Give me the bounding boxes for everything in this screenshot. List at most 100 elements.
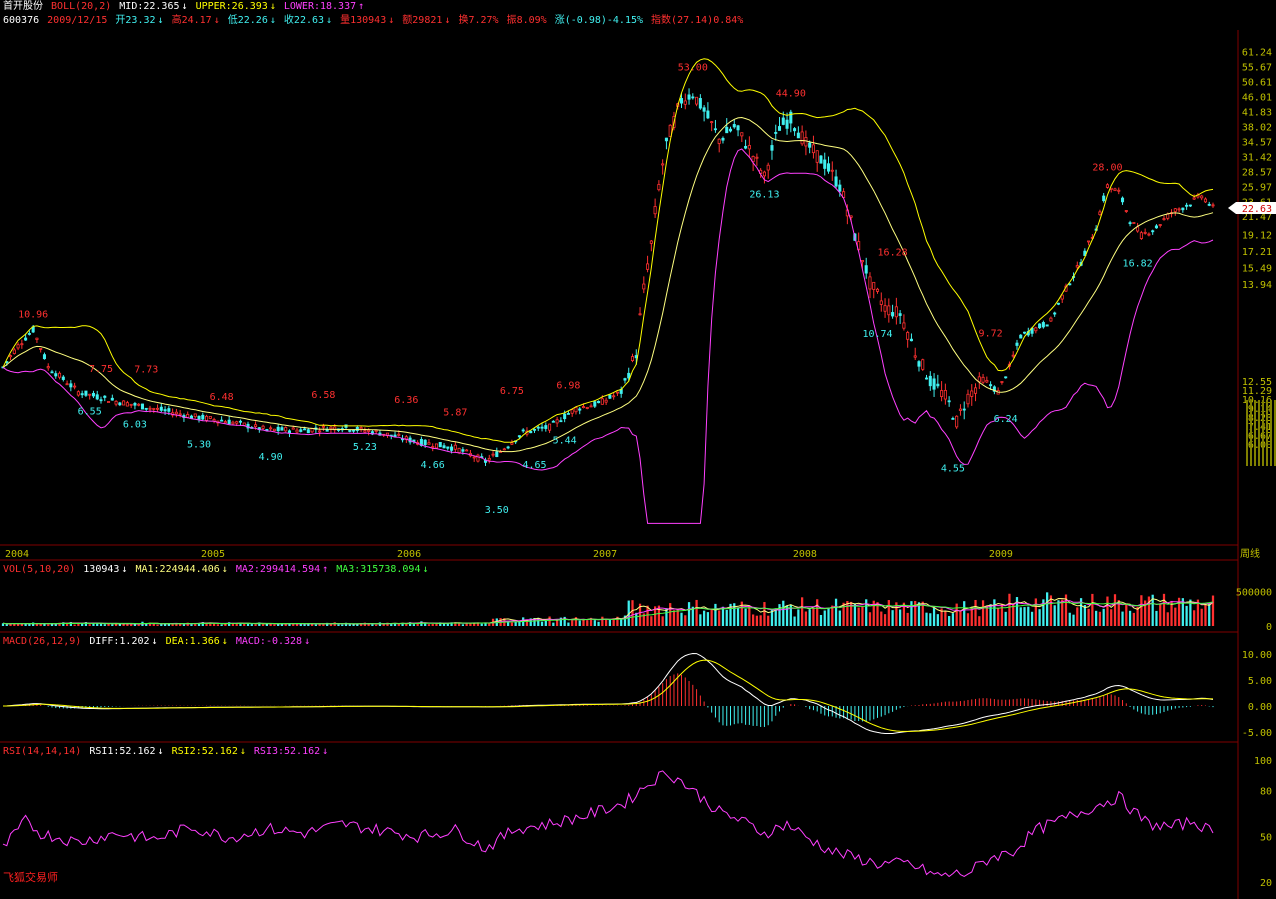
quote-low: 低22.26 — [227, 15, 268, 26]
candle-body — [1158, 224, 1162, 226]
price-axis-tick: 41.83 — [1242, 108, 1272, 119]
volume-bar — [759, 615, 762, 626]
volume-bar — [827, 607, 830, 626]
price-low-label: 5.30 — [187, 440, 211, 451]
stock-name: 首开股份 — [3, 1, 43, 12]
boll-label[interactable]: BOLL(20,2) — [51, 1, 111, 12]
volume-bar — [1185, 605, 1188, 626]
candle-body — [84, 390, 88, 396]
volume-bar — [1004, 611, 1007, 626]
volume-bar — [797, 609, 800, 626]
quote-volume: 量130943 — [340, 15, 387, 26]
volume-bar — [571, 620, 574, 626]
volume-bar — [537, 617, 540, 626]
volume-bar — [861, 606, 864, 626]
rsi-value-3: RSI3:52.162 — [253, 746, 321, 757]
volume-bar — [484, 623, 487, 626]
candle-body — [578, 408, 582, 411]
volume-bar — [273, 624, 276, 626]
volume-bar — [586, 620, 589, 626]
candle-body — [434, 443, 439, 449]
price-low-label: 4.90 — [259, 452, 283, 463]
candle-body — [615, 391, 619, 394]
candle-body — [156, 407, 160, 410]
candle-body — [1203, 198, 1207, 203]
volume-bar — [156, 624, 159, 626]
stock-chart[interactable]: 10.96 7.75 7.73 6.48 6.58 6.36 5.87 6.75 6.98 53.… — [0, 0, 1276, 899]
volume-bar — [1053, 605, 1056, 626]
volume-bar — [65, 624, 69, 626]
volume-bar — [1113, 594, 1117, 626]
boll-upper-line — [2, 58, 1214, 443]
year-label: 2007 — [593, 549, 617, 560]
volume-bar — [714, 603, 717, 626]
candle-body — [864, 265, 868, 274]
volume-bar — [322, 624, 325, 626]
candle-body — [566, 413, 570, 415]
candle-body — [359, 427, 363, 430]
candle-body — [1207, 203, 1211, 206]
candle-body — [291, 427, 295, 430]
volume-bar — [819, 614, 823, 626]
candle-body — [95, 394, 99, 400]
candle-body — [88, 393, 92, 396]
candle-body — [61, 376, 65, 380]
candle-body — [646, 263, 650, 270]
volume-bar — [721, 606, 725, 626]
volume-bar — [130, 624, 133, 626]
volume-bar — [544, 620, 547, 626]
candle-body — [1068, 283, 1072, 286]
candle-body — [1143, 231, 1147, 234]
candle-body — [453, 444, 457, 450]
volume-bar — [1140, 595, 1143, 626]
volume-bar — [801, 597, 804, 626]
candle-body — [69, 383, 73, 388]
volume-bar — [831, 605, 834, 626]
candle-body — [1004, 376, 1008, 379]
candle-body — [9, 355, 13, 358]
macd-label[interactable]: MACD(26,12,9) — [3, 636, 81, 647]
candle-body — [223, 421, 227, 424]
volume-bar — [1091, 593, 1094, 626]
volume-bar — [1132, 612, 1135, 626]
quote-date: 2009/12/15 — [47, 15, 108, 26]
volume-bar — [1098, 611, 1102, 626]
candle-body — [989, 384, 993, 387]
axis-density-bar — [1266, 400, 1268, 466]
rsi-value-1: RSI1:52.162 — [89, 746, 156, 757]
candle-body — [664, 137, 668, 142]
candle-body — [879, 300, 883, 305]
volume-bar — [190, 624, 193, 626]
candle-body — [197, 415, 201, 420]
candle-body — [295, 429, 299, 433]
volume-bar — [593, 620, 596, 626]
vol-header: VOL(5,10,20) 130943 ↓ MA1:224944.406 ↓ MA2… — [3, 564, 429, 575]
volume-bar — [955, 603, 958, 626]
candle-body — [695, 96, 699, 105]
candle-body — [517, 435, 521, 438]
vol-label[interactable]: VOL(5,10,20) — [3, 564, 75, 575]
year-label: 2006 — [397, 549, 421, 560]
macd-diff: DIFF:1.202 — [89, 636, 150, 647]
candle-body — [163, 409, 167, 412]
volume-bar — [367, 623, 370, 626]
candle-body — [921, 359, 925, 370]
candle-body — [1102, 195, 1106, 202]
candle-body — [1105, 184, 1109, 188]
macd-value: MACD:-0.328 — [235, 636, 303, 647]
candle-body — [235, 421, 239, 424]
volume-bar — [993, 599, 996, 626]
volume-bar — [906, 612, 909, 626]
candle-body — [208, 416, 212, 419]
volume-bar — [35, 624, 39, 626]
volume-bar — [1057, 600, 1060, 626]
candle-body — [423, 439, 427, 446]
candle-body — [1121, 197, 1125, 203]
price-low-label: 6.03 — [123, 419, 147, 430]
volume-bar — [352, 624, 355, 626]
price-axis-tick: 13.94 — [1242, 280, 1272, 291]
rsi-label[interactable]: RSI(14,14,14) — [3, 746, 81, 757]
volume-bar — [604, 618, 608, 626]
candle-body — [770, 145, 774, 151]
price-high-label: 28.00 — [1092, 163, 1122, 174]
